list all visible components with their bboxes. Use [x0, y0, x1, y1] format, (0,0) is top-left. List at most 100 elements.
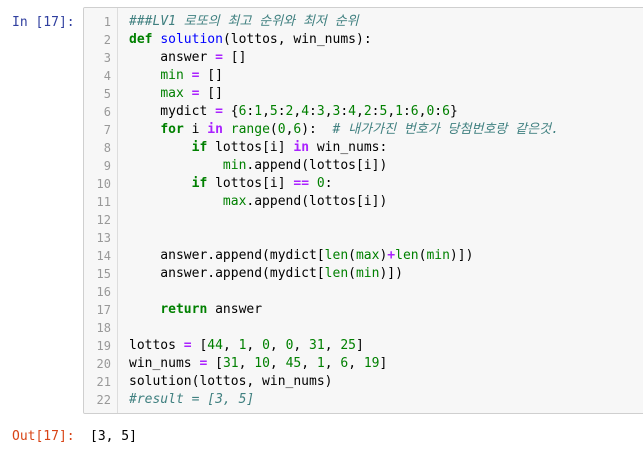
code-token: == [293, 176, 310, 191]
code-token: answer [129, 50, 216, 65]
code-token: [ [191, 338, 208, 353]
code-line[interactable]: 7 for i in range(0,6): # 내가가진 번호가 당첨번호랑 … [84, 121, 643, 139]
line-number: 12 [96, 213, 111, 227]
code-token: )]) [379, 266, 403, 281]
line-number: 20 [96, 357, 111, 371]
code-token: )]) [449, 248, 474, 263]
code-text: ###LV1 로또의 최고 순위와 최저 순위 [129, 13, 359, 31]
code-token: in [207, 122, 223, 137]
code-token: = [183, 338, 192, 353]
code-token: + [387, 248, 396, 263]
notebook-cell: In [17]: 1 ###LV1 로또의 최고 순위와 최저 순위 2 def so… [0, 0, 643, 452]
code-token: lottos[i] [207, 176, 294, 191]
code-line[interactable]: 6 mydict = {6:1,5:2,4:3,3:4,2:5,1:6,0:6} [84, 103, 643, 121]
code-token: 3 [316, 104, 325, 119]
line-number: 4 [103, 69, 111, 83]
code-token: (lottos, win_nums): [222, 32, 372, 47]
code-text: if lottos[i] == 0: [129, 175, 333, 193]
code-line[interactable]: 17 return answer [84, 301, 643, 319]
code-token: : [277, 104, 286, 119]
code-token: ] [379, 356, 388, 371]
code-token: : [340, 104, 349, 119]
code-token: answer [207, 302, 263, 317]
code-editor[interactable]: 1 ###LV1 로또의 최고 순위와 최저 순위 2 def solution(lo… [83, 7, 643, 414]
code-token: , [222, 338, 239, 353]
code-line[interactable]: 12 [84, 211, 643, 229]
code-token: win_nums: [309, 140, 388, 155]
code-token: solution [160, 32, 223, 47]
code-token: , [246, 338, 263, 353]
code-token: if [191, 140, 208, 155]
line-number: 10 [96, 177, 111, 191]
code-line[interactable]: 10 if lottos[i] == 0: [84, 175, 643, 193]
code-token: max [355, 248, 380, 263]
code-token: 6 [442, 104, 450, 119]
code-line[interactable]: 2 def solution(lottos, win_nums): [84, 31, 643, 49]
code-text: #result = [3, 5] [129, 391, 254, 409]
code-line[interactable]: 3 answer = [] [84, 49, 643, 67]
code-token: , [262, 104, 270, 119]
code-token: 31 [309, 338, 325, 353]
code-token: 25 [340, 338, 357, 353]
code-token: 19 [363, 356, 380, 371]
code-token: : [402, 104, 411, 119]
code-line[interactable]: 8 if lottos[i] in win_nums: [84, 139, 643, 157]
code-token: ###LV1 로또의 최고 순위와 최저 순위 [129, 14, 359, 29]
code-line[interactable]: 5 max = [] [84, 85, 643, 103]
code-line[interactable]: 14 answer.append(mydict[len(max)+len(min… [84, 247, 643, 265]
code-token: #result = [3, 5] [129, 392, 255, 407]
code-line[interactable]: 4 min = [] [84, 67, 643, 85]
code-token: [] [199, 86, 223, 101]
code-token: = [215, 104, 223, 119]
code-token: return [160, 302, 208, 317]
code-token: , [348, 356, 364, 371]
code-text: max = [] [129, 85, 223, 103]
code-token: , [293, 338, 310, 353]
code-line[interactable]: 16 [84, 283, 643, 301]
line-number: 9 [103, 159, 111, 173]
line-number: 16 [96, 285, 111, 299]
code-line[interactable]: 13 [84, 229, 643, 247]
code-token: ( [269, 122, 278, 137]
code-line[interactable]: 20 win_nums = [31, 10, 45, 1, 6, 19] [84, 355, 643, 373]
code-text: if lottos[i] in win_nums: [129, 139, 388, 157]
code-text: lottos = [44, 1, 0, 0, 31, 25] [129, 337, 364, 355]
code-token: : [309, 104, 317, 119]
line-number: 22 [96, 393, 111, 407]
code-line[interactable]: 9 min.append(lottos[i]) [84, 157, 643, 175]
code-token: 5 [269, 104, 278, 119]
code-line[interactable]: 18 [84, 319, 643, 337]
code-line[interactable]: 1 ###LV1 로또의 최고 순위와 최저 순위 [84, 13, 643, 31]
code-line[interactable]: 19 lottos = [44, 1, 0, 0, 31, 25] [84, 337, 643, 355]
line-number: 8 [103, 141, 111, 155]
code-text: for i in range(0,6): # 내가가진 번호가 당첨번호랑 같은… [129, 121, 559, 139]
code-token: .append(lottos[i]) [246, 194, 388, 209]
line-number: 3 [103, 51, 111, 65]
line-number: 11 [96, 195, 111, 209]
code-token: = [215, 50, 223, 65]
code-line[interactable]: 11 max.append(lottos[i]) [84, 193, 643, 211]
code-token: , [324, 104, 333, 119]
code-line[interactable]: 22 #result = [3, 5] [84, 391, 643, 409]
code-token: 2 [363, 104, 372, 119]
code-text: win_nums = [31, 10, 45, 1, 6, 19] [129, 355, 387, 373]
code-token: answer.append(mydict[ [129, 266, 325, 281]
code-line[interactable]: 21 solution(lottos, win_nums) [84, 373, 643, 391]
code-line[interactable]: 15 answer.append(mydict[len(min)]) [84, 265, 643, 283]
output-value: [3, 5] [90, 429, 137, 444]
code-token: ( [348, 266, 356, 281]
code-token: , [387, 104, 396, 119]
code-token: mydict [129, 104, 216, 119]
code-token: 6 [410, 104, 419, 119]
code-token: 45 [285, 356, 302, 371]
code-token: solution(lottos, win_nums) [129, 374, 333, 389]
code-token: i [183, 122, 208, 137]
output-prompt: Out[17]: [12, 429, 75, 444]
code-token: , [324, 356, 341, 371]
code-token: 1 [254, 104, 263, 119]
code-token: 10 [254, 356, 270, 371]
